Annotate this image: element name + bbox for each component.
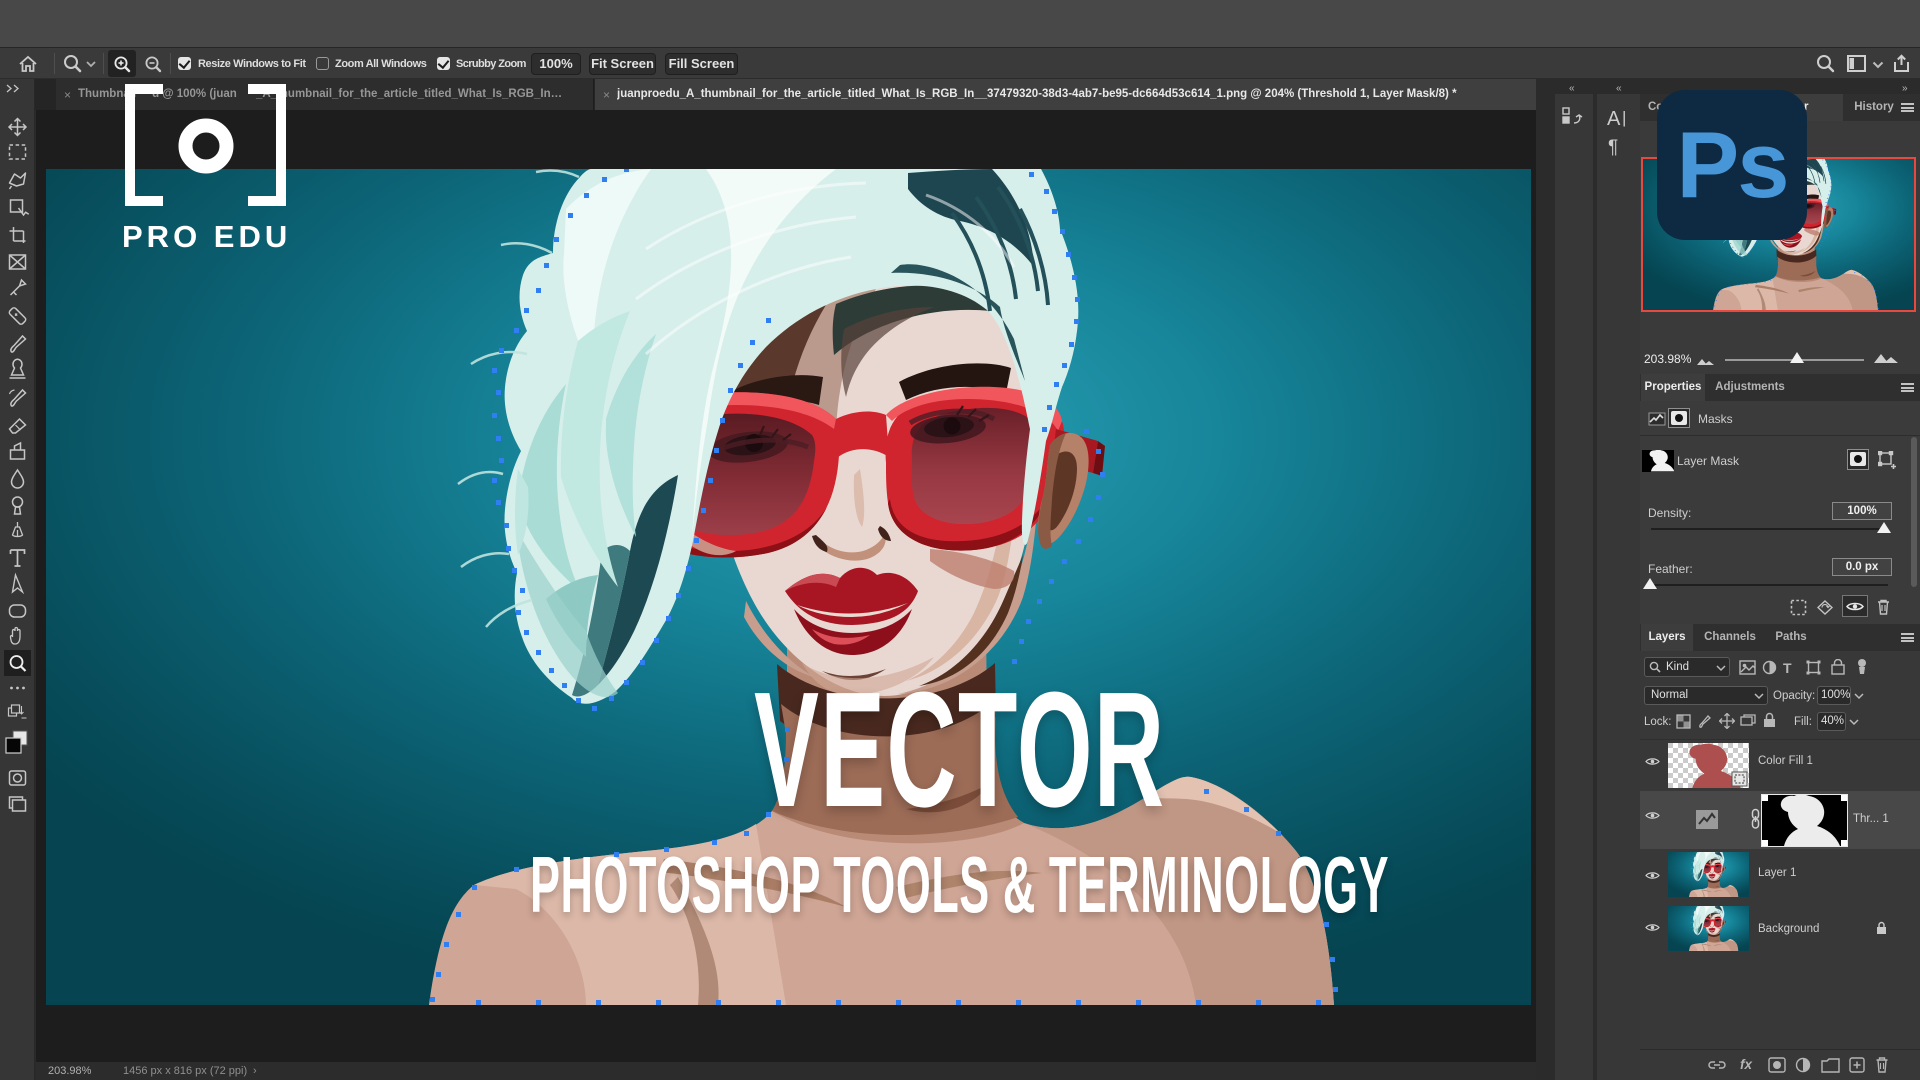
svg-text:|: | [1622, 108, 1626, 127]
svg-text:A: A [1607, 108, 1621, 130]
svg-text:¶: ¶ [1608, 137, 1618, 158]
svg-text:PRO EDU: PRO EDU [122, 219, 291, 254]
